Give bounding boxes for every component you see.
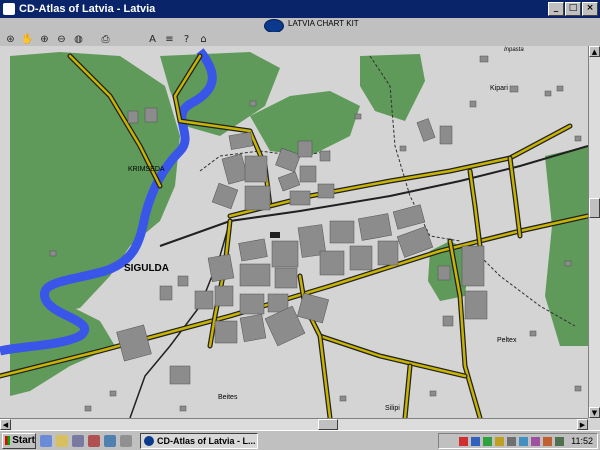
quicklaunch-folder-icon[interactable]: [56, 434, 68, 447]
scroll-left-icon[interactable]: ◀: [0, 419, 11, 430]
window-title: CD-Atlas of Latvia - Latvia: [19, 3, 156, 15]
quicklaunch-tool-icon[interactable]: [120, 434, 132, 447]
place-label-sigulda: SIGULDA: [124, 263, 169, 274]
task-button-label: CD-Atlas of Latvia - L...: [157, 435, 256, 446]
layers-icon[interactable]: ≡: [163, 33, 176, 45]
zoom-in-icon[interactable]: ⊕: [38, 33, 51, 45]
maximize-button[interactable]: □: [565, 2, 581, 16]
place-label-kipari: Kipari: [490, 85, 508, 92]
system-tray: 11:52: [438, 433, 598, 449]
cd-logo-icon: [264, 19, 284, 33]
tray-status-icon[interactable]: [483, 436, 493, 446]
place-label-silipi: Silipi: [385, 405, 400, 412]
place-label-beites: Beites: [218, 394, 238, 401]
place-label-inpasta: Inpasta: [504, 47, 524, 53]
tray-power-icon[interactable]: [555, 436, 565, 446]
map-toolbar: ⊛ ✋ ⊕ ⊖ ◍ ⎙ A ≡ ? ⌂: [0, 32, 600, 47]
text-icon[interactable]: A: [146, 33, 159, 45]
scroll-down-icon[interactable]: ▼: [589, 407, 600, 418]
brand-bar: LATVIA CHART KIT: [0, 18, 600, 33]
minimize-button[interactable]: _: [548, 2, 564, 16]
map-canvas[interactable]: Kipari KRIMSEDA SIGULDA Peltex Beites Si…: [0, 46, 588, 418]
cd-atlas-icon: [144, 435, 154, 446]
app-icon: [3, 3, 15, 15]
tray-network-icon[interactable]: [471, 436, 481, 446]
quicklaunch-app-icon[interactable]: [88, 434, 100, 447]
hand-icon[interactable]: ✋: [21, 33, 34, 45]
scroll-right-icon[interactable]: ▶: [577, 419, 588, 430]
tray-security-icon[interactable]: [543, 436, 553, 446]
map-view[interactable]: Kipari KRIMSEDA SIGULDA Peltex Beites Si…: [0, 46, 600, 431]
print-icon[interactable]: ⎙: [99, 33, 112, 45]
tray-misc-icon[interactable]: [531, 436, 541, 446]
windows-flag-icon: [5, 436, 11, 445]
help-icon[interactable]: ?: [180, 33, 193, 45]
vertical-scroll-thumb[interactable]: [589, 198, 600, 218]
zoom-out-icon[interactable]: ⊖: [55, 33, 68, 45]
start-label: Start: [12, 435, 35, 446]
start-button[interactable]: Start: [2, 432, 36, 449]
quicklaunch-browser-icon[interactable]: [40, 434, 52, 447]
globe-icon[interactable]: ◍: [72, 33, 85, 45]
horizontal-scroll-thumb[interactable]: [318, 419, 338, 430]
window-controls: _ □ ×: [548, 2, 598, 16]
window-titlebar: CD-Atlas of Latvia - Latvia _ □ ×: [0, 0, 600, 18]
tray-language-icon[interactable]: [495, 436, 505, 446]
tray-speaker-icon[interactable]: [507, 436, 517, 446]
place-label-peltex: Peltex: [497, 337, 517, 344]
tray-app-icon[interactable]: [459, 436, 469, 446]
scroll-up-icon[interactable]: ▲: [589, 46, 600, 57]
quicklaunch-desktop-icon[interactable]: [72, 434, 84, 447]
brand-title: LATVIA CHART KIT: [288, 19, 359, 28]
clock[interactable]: 11:52: [571, 436, 593, 446]
home-icon[interactable]: ⌂: [197, 33, 210, 45]
task-button-cd-atlas[interactable]: CD-Atlas of Latvia - L...: [140, 432, 258, 449]
close-button[interactable]: ×: [582, 2, 598, 16]
place-label-krimseda: KRIMSEDA: [128, 166, 165, 173]
tray-monitor-icon[interactable]: [519, 436, 529, 446]
railway-station-icon: [270, 232, 280, 238]
forest-area-east: [545, 146, 588, 346]
quicklaunch-mail-icon[interactable]: [104, 434, 116, 447]
vertical-scrollbar[interactable]: ▲ ▼: [588, 46, 600, 418]
pan-icon[interactable]: ⊛: [4, 33, 17, 45]
taskbar: Start CD-Atlas of Latvia - L... 11:52: [0, 430, 600, 450]
